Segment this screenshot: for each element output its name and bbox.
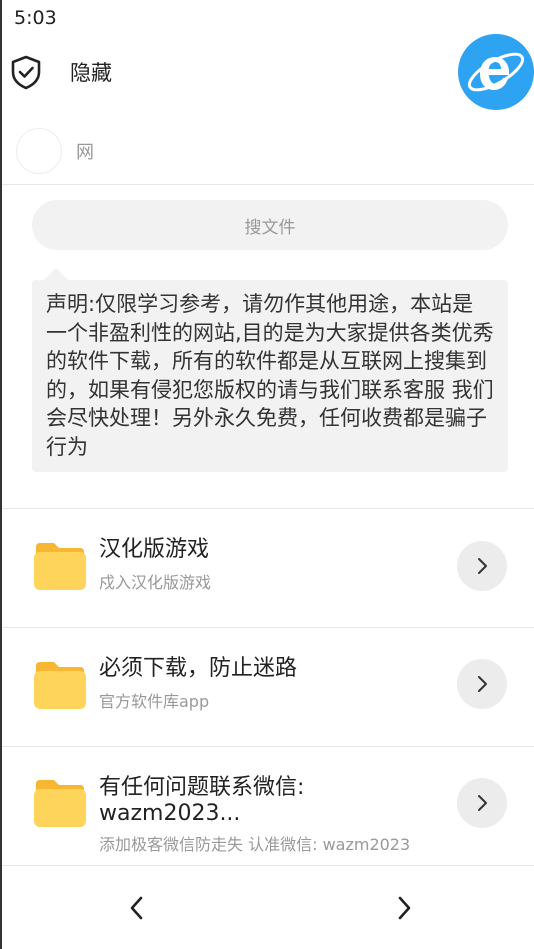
avatar xyxy=(16,128,62,174)
search-placeholder: 搜文件 xyxy=(244,217,296,238)
back-button[interactable] xyxy=(117,888,157,928)
chevron-right-icon xyxy=(478,676,487,692)
open-button[interactable] xyxy=(457,778,507,828)
hide-label[interactable]: 隐藏 xyxy=(70,57,112,87)
forward-button[interactable] xyxy=(384,888,424,928)
search-input[interactable]: 搜文件 xyxy=(32,200,508,250)
item-title: 必须下载，防止迷路 xyxy=(99,656,298,681)
list-item[interactable]: 汉化版游戏 戍入汉化版游戏 xyxy=(2,509,534,627)
profile-row[interactable]: 网 xyxy=(2,118,534,184)
item-subtitle: 官方软件库app xyxy=(99,692,210,711)
top-row: 隐藏 xyxy=(2,44,534,100)
divider xyxy=(2,184,534,185)
status-time: 5:03 xyxy=(14,7,57,29)
folder-icon xyxy=(34,780,86,827)
profile-name: 网 xyxy=(76,142,94,163)
chevron-right-icon xyxy=(478,558,487,574)
item-title-line2: wazm2023... xyxy=(99,801,241,826)
ie-browser-icon[interactable] xyxy=(458,34,534,110)
notice-bubble: 声明:仅限学习参考，请勿作其他用途，本站是一个非盈利性的网站,目的是为大家提供各… xyxy=(32,268,508,472)
chevron-right-icon xyxy=(478,795,487,811)
item-title-line1: 有任何问题联系微信: xyxy=(99,775,305,800)
item-subtitle: 添加极客微信防走失 认准微信: wazm2023 xyxy=(99,835,411,854)
item-title: 汉化版游戏 xyxy=(99,537,210,562)
item-subtitle: 戍入汉化版游戏 xyxy=(99,573,212,592)
list-item[interactable]: 有任何问题联系微信: wazm2023... 添加极客微信防走失 认准微信: w… xyxy=(2,747,534,865)
chevron-right-icon xyxy=(398,896,411,920)
bottom-nav xyxy=(2,866,534,949)
notice-text: 声明:仅限学习参考，请勿作其他用途，本站是一个非盈利性的网站,目的是为大家提供各… xyxy=(46,292,494,459)
open-button[interactable] xyxy=(457,659,507,709)
folder-icon xyxy=(34,662,86,709)
status-bar: 5:03 xyxy=(2,0,534,36)
shield-check-icon[interactable] xyxy=(6,52,46,92)
folder-icon xyxy=(34,543,86,590)
list-item[interactable]: 必须下载，防止迷路 官方软件库app xyxy=(2,628,534,746)
open-button[interactable] xyxy=(457,541,507,591)
ie-logo-glyph xyxy=(467,52,525,92)
chevron-left-icon xyxy=(130,896,143,920)
